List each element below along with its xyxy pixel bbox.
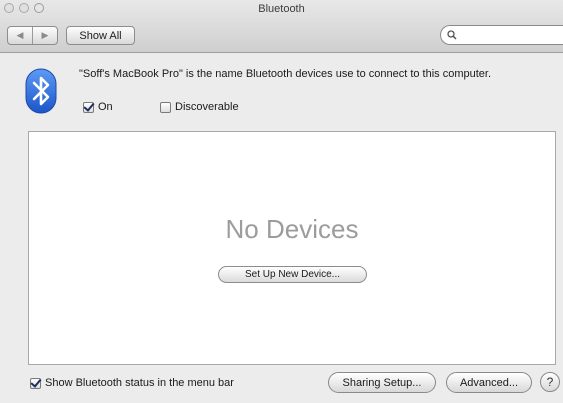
back-button[interactable]: ◀: [8, 27, 32, 44]
bluetooth-on-checkbox[interactable]: On: [83, 101, 113, 113]
show-status-checkbox-label: Show Bluetooth status in the menu bar: [45, 377, 234, 389]
computer-name-info: "Soff's MacBook Pro" is the name Bluetoo…: [79, 68, 492, 80]
show-status-menu-bar-checkbox[interactable]: Show Bluetooth status in the menu bar: [30, 377, 234, 389]
search-input[interactable]: [457, 29, 556, 41]
discoverable-checkbox-label: Discoverable: [175, 101, 239, 113]
discoverable-checkbox[interactable]: Discoverable: [160, 101, 239, 113]
back-arrow-icon: ◀: [16, 30, 24, 40]
advanced-button[interactable]: Advanced...: [446, 372, 532, 393]
show-all-button[interactable]: Show All: [66, 26, 135, 45]
device-list[interactable]: No Devices Set Up New Device...: [28, 131, 556, 365]
set-up-new-device-button[interactable]: Set Up New Device...: [218, 266, 367, 283]
bluetooth-icon: [25, 68, 57, 114]
search-icon: [447, 30, 457, 40]
discoverable-checkbox-box[interactable]: [160, 101, 171, 113]
forward-arrow-icon: ▶: [41, 30, 49, 40]
sharing-setup-button[interactable]: Sharing Setup...: [328, 372, 436, 393]
forward-button[interactable]: ▶: [32, 27, 57, 44]
search-field[interactable]: [440, 25, 563, 45]
no-devices-message: No Devices: [225, 214, 359, 244]
window-title: Bluetooth: [258, 3, 305, 15]
show-status-checkbox-box[interactable]: [30, 377, 41, 389]
on-checkbox-box[interactable]: [83, 101, 94, 113]
help-button[interactable]: ?: [540, 372, 560, 392]
on-checkbox-label: On: [98, 101, 113, 113]
title-toolbar: Bluetooth ◀ ▶ Show All: [0, 0, 563, 53]
bluetooth-preferences-window: Bluetooth ◀ ▶ Show All "Soff's MacBook P…: [0, 0, 563, 403]
back-forward-control: ◀ ▶: [7, 26, 58, 45]
